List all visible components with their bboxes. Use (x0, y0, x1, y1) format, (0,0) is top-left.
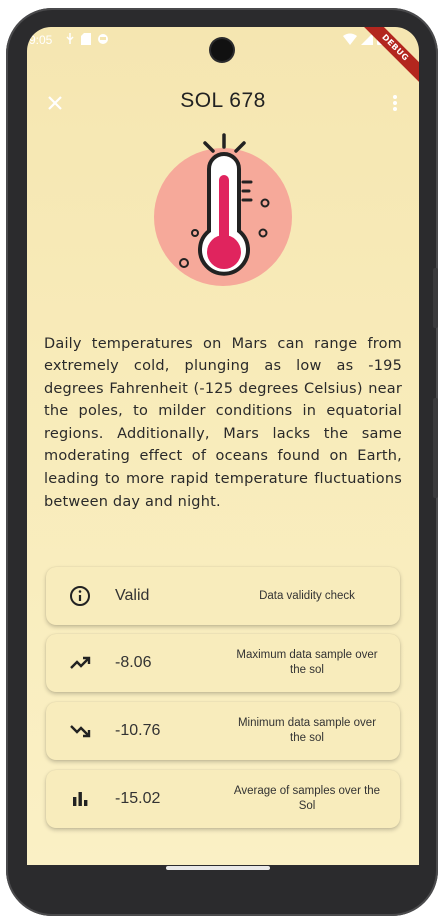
status-notification-icons (65, 33, 109, 48)
trending-up-icon (68, 651, 92, 675)
sd-card-icon (81, 33, 91, 48)
thermometer-icon (147, 127, 297, 287)
card-value: -10.76 (115, 722, 161, 739)
trending-down-icon (68, 719, 92, 743)
info-icon (68, 584, 92, 608)
card-value: Valid (115, 587, 150, 604)
card-value: -15.02 (115, 790, 161, 807)
home-indicator[interactable] (166, 866, 270, 870)
front-camera (211, 39, 233, 61)
mars-temperature-description: Daily temperatures on Mars can range fro… (44, 335, 402, 510)
card-caption: Data validity check (259, 589, 355, 602)
more-vert-icon[interactable] (385, 89, 405, 117)
status-time: 9:05 (29, 33, 53, 47)
usb-icon (65, 33, 75, 48)
bar-chart-icon (68, 787, 92, 811)
volume-button (433, 268, 438, 328)
card-value: -8.06 (115, 654, 152, 671)
validity-card[interactable]: Valid Data validity check (46, 567, 400, 625)
power-button (433, 398, 438, 498)
maximum-card[interactable]: -8.06 Maximum data sample over the sol (46, 634, 400, 692)
average-card[interactable]: -15.02 Average of samples over the Sol (46, 770, 400, 828)
minimum-card[interactable]: -10.76 Minimum data sample over the sol (46, 702, 400, 760)
wifi-icon (343, 33, 357, 48)
card-caption: Maximum data sample over the sol (236, 649, 378, 676)
app-bar: SOL 678 (27, 83, 419, 123)
signal-icon (361, 33, 373, 48)
card-caption: Average of samples over the Sol (233, 785, 381, 812)
card-caption: Minimum data sample over the sol (237, 717, 377, 744)
page-title: SOL 678 (180, 89, 266, 112)
app-screen: 9:05 DEBUG SOL 678 Daily temperatures on… (27, 27, 419, 865)
sync-icon (97, 33, 109, 48)
